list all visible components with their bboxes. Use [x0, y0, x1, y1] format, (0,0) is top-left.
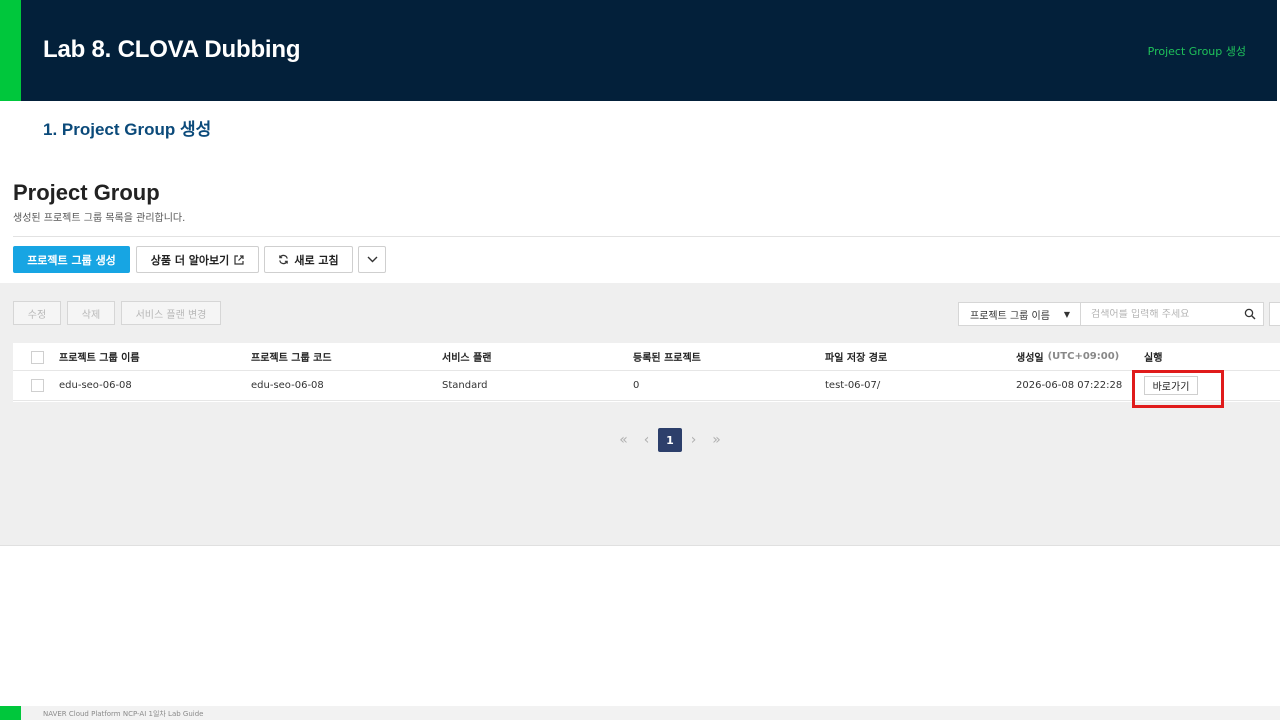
more-options-button[interactable] — [358, 246, 386, 273]
row-checkbox[interactable] — [31, 379, 44, 392]
search-box — [1081, 302, 1264, 326]
slide-section-tag: Project Group 생성 — [1147, 45, 1246, 58]
header-path: 파일 저장 경로 — [825, 353, 888, 364]
prev-page-icon[interactable]: ‹ — [635, 428, 658, 452]
header-accent-bar — [0, 0, 21, 101]
footer-text: NAVER Cloud Platform NCP-AI 1일차 Lab Guid… — [43, 710, 204, 718]
search-filter-value: 프로젝트 그룹 이름 — [970, 310, 1050, 322]
current-page[interactable]: 1 — [658, 428, 682, 452]
pagination: « ‹ 1 › » — [612, 428, 728, 452]
list-panel: 수정 삭제 서비스 플랜 변경 프로젝트 그룹 이름 ▼ 프로젝트 그룹 이름 … — [0, 283, 1280, 546]
divider — [13, 236, 1280, 237]
refresh-button[interactable]: 새로 고침 — [264, 246, 353, 273]
learn-more-label: 상품 더 알아보기 — [150, 253, 230, 267]
table-row: edu-seo-06-08 edu-seo-06-08 Standard 0 t… — [13, 371, 1280, 401]
delete-button[interactable]: 삭제 — [67, 301, 115, 325]
last-page-icon[interactable]: » — [705, 428, 728, 452]
caret-down-icon: ▼ — [1063, 310, 1070, 319]
select-all-checkbox[interactable] — [31, 351, 44, 364]
search-filter-select[interactable]: 프로젝트 그룹 이름 ▼ — [958, 302, 1081, 326]
filter-extra-button[interactable] — [1269, 302, 1280, 326]
cell-path: test-06-07/ — [825, 380, 881, 391]
header-code: 프로젝트 그룹 코드 — [251, 353, 332, 364]
first-page-icon[interactable]: « — [612, 428, 635, 452]
page-description: 생성된 프로젝트 그룹 목록을 관리합니다. — [13, 213, 186, 224]
header-created: 생성일 (UTC+09:00) — [1016, 343, 1119, 370]
page-title: Project Group — [13, 180, 160, 205]
learn-more-button[interactable]: 상품 더 알아보기 — [136, 246, 259, 273]
cell-projects: 0 — [633, 380, 640, 391]
cell-plan: Standard — [442, 380, 488, 391]
header-plan: 서비스 플랜 — [442, 353, 492, 364]
external-link-icon — [234, 254, 244, 265]
step-title: 1. Project Group 생성 — [43, 120, 212, 139]
create-project-group-label: 프로젝트 그룹 생성 — [27, 253, 116, 267]
footer-accent-bar — [0, 706, 21, 720]
header-created-timezone: (UTC+09:00) — [1047, 351, 1120, 362]
header-name: 프로젝트 그룹 이름 — [59, 353, 140, 364]
cell-created: 2026-06-08 07:22:28 — [1016, 380, 1123, 391]
project-group-table: 프로젝트 그룹 이름 프로젝트 그룹 코드 서비스 플랜 등록된 프로젝트 파일… — [13, 343, 1280, 402]
console-screenshot: Project Group 생성된 프로젝트 그룹 목록을 관리합니다. 프로젝… — [0, 170, 1280, 546]
table-header: 프로젝트 그룹 이름 프로젝트 그룹 코드 서비스 플랜 등록된 프로젝트 파일… — [13, 343, 1280, 371]
search-input[interactable] — [1091, 308, 1231, 320]
search-icon[interactable] — [1244, 308, 1256, 320]
header-run: 실행 — [1144, 353, 1163, 364]
cell-name: edu-seo-06-08 — [59, 380, 132, 391]
next-page-icon[interactable]: › — [682, 428, 705, 452]
create-project-group-button[interactable]: 프로젝트 그룹 생성 — [13, 246, 130, 273]
shortcut-button[interactable]: 바로가기 — [1144, 376, 1198, 395]
change-plan-button[interactable]: 서비스 플랜 변경 — [121, 301, 221, 325]
refresh-icon — [279, 254, 289, 265]
header-created-label: 생성일 — [1016, 353, 1044, 364]
cell-code: edu-seo-06-08 — [251, 380, 324, 391]
slide-title: Lab 8. CLOVA Dubbing — [43, 36, 301, 63]
refresh-label: 새로 고침 — [294, 253, 339, 267]
header-projects: 등록된 프로젝트 — [633, 353, 701, 364]
edit-button[interactable]: 수정 — [13, 301, 61, 325]
chevron-down-icon — [367, 256, 377, 263]
